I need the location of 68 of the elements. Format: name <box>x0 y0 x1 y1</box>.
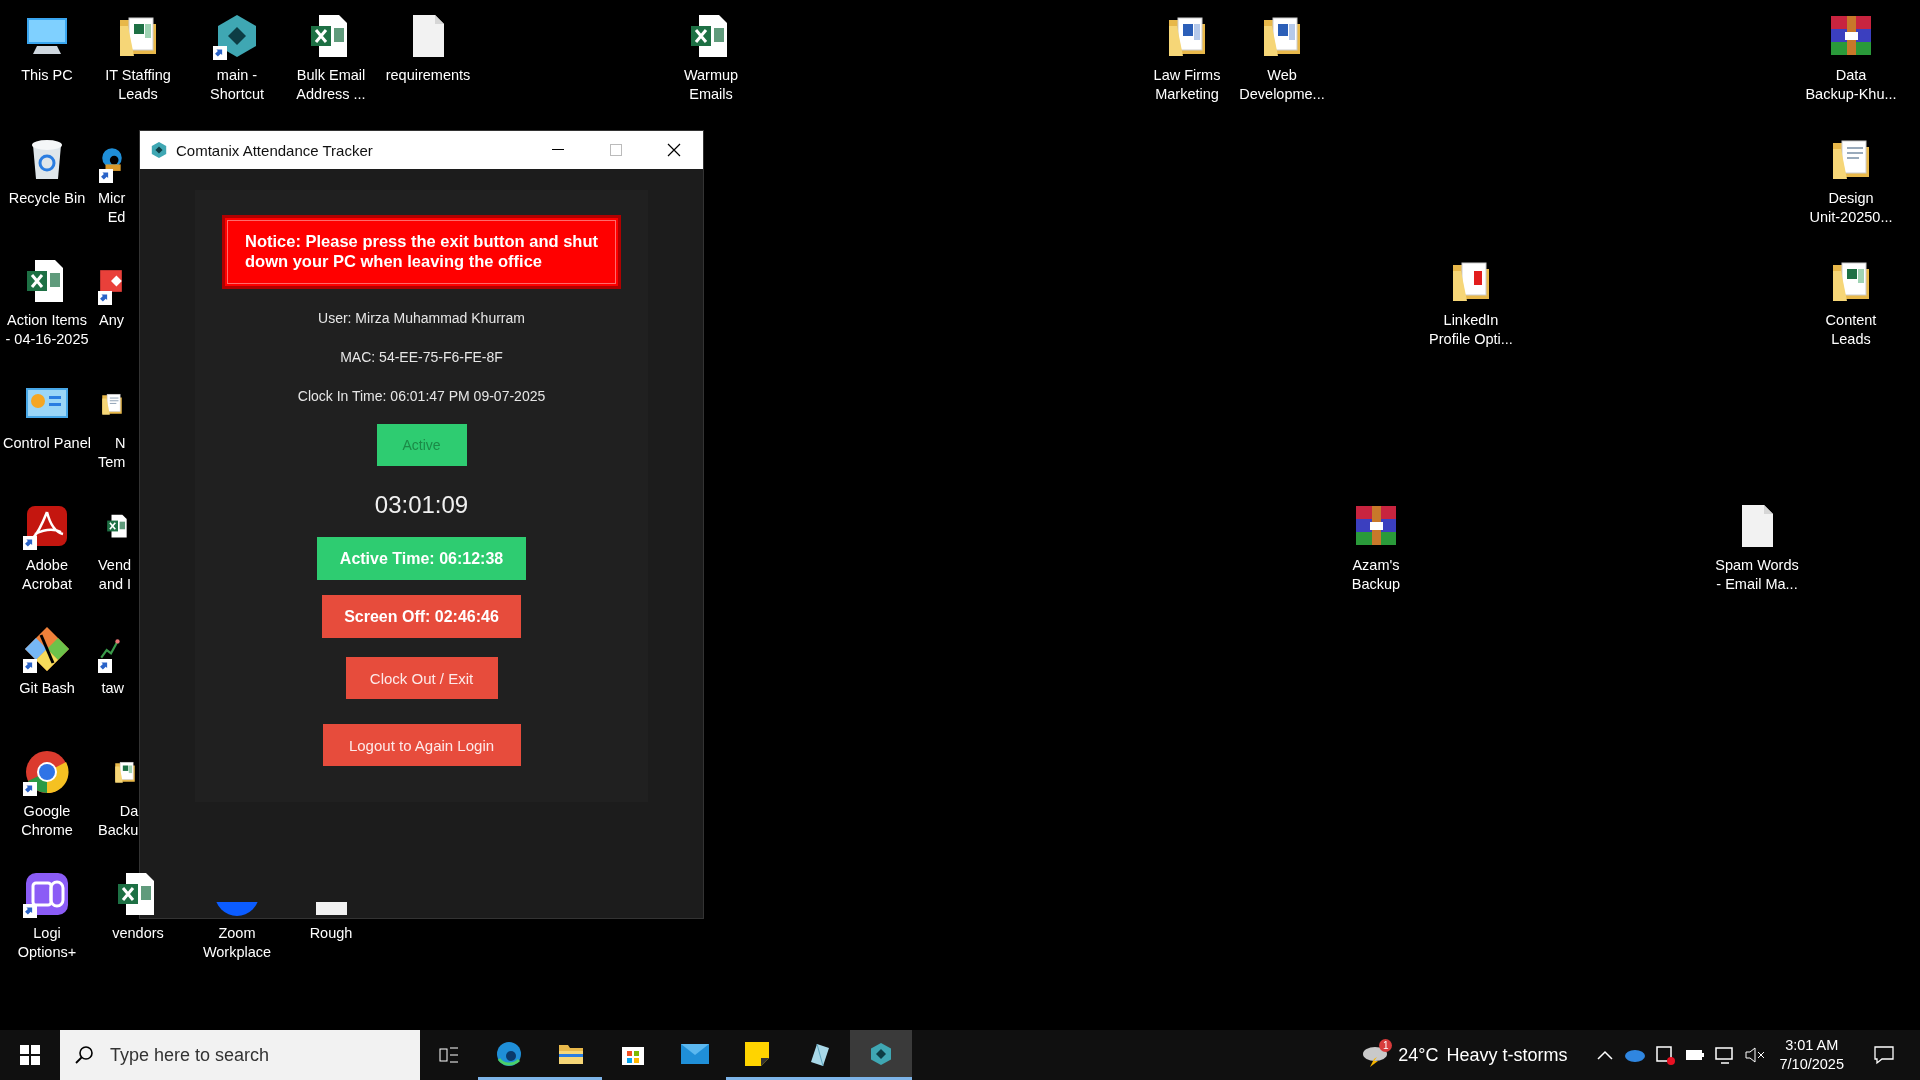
icon-label: LinkedIn Profile Opti... <box>1429 311 1513 349</box>
diamond-icon[interactable] <box>23 625 71 673</box>
close-icon <box>667 143 681 157</box>
windows-logo-icon <box>20 1045 40 1065</box>
notice-banner: Notice: Please press the exit button and shut down your PC when leaving the office <box>222 215 621 289</box>
icon-label: Content Leads <box>1825 311 1877 349</box>
screen-off-label: Screen Off: 02:46:46 <box>322 595 521 638</box>
icon-label: taw <box>101 679 124 698</box>
icon-label: Web Developme... <box>1239 66 1325 104</box>
icon-label: Logi Options+ <box>17 924 77 962</box>
hexagon-icon <box>869 1041 893 1066</box>
folder-icon <box>558 1042 584 1065</box>
info-text: User: Mirza Muhammad Khurram <box>318 310 525 328</box>
temperature-text: 24°C <box>1398 1044 1439 1066</box>
shield-icon[interactable] <box>1655 1045 1676 1065</box>
task-view-icon <box>439 1046 459 1064</box>
icon-label: Action Items - 04-16-2025 <box>5 311 89 349</box>
window-title: Comtanix Attendance Tracker <box>176 141 374 159</box>
search-icon <box>74 1045 94 1065</box>
icon-label: Design Unit-20250... <box>1809 189 1893 227</box>
icon-label: Any <box>99 311 124 330</box>
search-field[interactable]: Type here to search <box>60 1030 420 1080</box>
clock-date[interactable]: 7/10/2025 <box>1779 1055 1844 1074</box>
icon-label: Micr Ed <box>98 189 126 227</box>
minimize-icon <box>552 149 564 151</box>
icon-label: Google Chrome <box>21 802 73 840</box>
timer-text: 03:01:09 <box>374 491 469 519</box>
icon-label: Law Firms Marketing <box>1153 66 1221 104</box>
icon-label: Data Backup-Khu... <box>1805 66 1897 104</box>
battery-icon[interactable] <box>1685 1049 1706 1061</box>
icon-label: Azam's Backup <box>1351 556 1401 594</box>
active-time-label: Active Time: 06:12:38 <box>317 537 526 580</box>
maximize-icon <box>610 144 622 156</box>
icon-label: IT Staffing Leads <box>105 66 171 104</box>
icon-label: Vend and I <box>98 556 132 594</box>
icon-label: Git Bash <box>19 679 75 698</box>
icon-label: Adobe Acrobat <box>22 556 72 594</box>
icon-label: N Tem <box>98 434 126 472</box>
mail-icon <box>681 1043 709 1064</box>
weather-widget[interactable]: 1 24°C Heavy t-storms <box>1356 1030 1572 1080</box>
icon-label: Da Backu <box>98 802 139 840</box>
app-logo-icon <box>150 141 168 159</box>
mouse-icon[interactable] <box>23 870 71 918</box>
note-icon <box>745 1041 769 1066</box>
muted-speaker-icon[interactable] <box>1745 1047 1766 1063</box>
icon-label: Warmup Emails <box>683 66 739 104</box>
cloud-icon[interactable] <box>1623 1048 1646 1062</box>
notification-badge: 1 <box>1379 1039 1393 1052</box>
icon-label: Recycle Bin <box>8 189 86 208</box>
info-text: MAC: 54-EE-75-F6-FE-8F <box>340 349 503 367</box>
search-input[interactable]: Type here to search <box>108 1034 392 1076</box>
icon-label: Spam Words - Email Ma... <box>1715 556 1799 594</box>
icon-label: Control Panel <box>3 434 91 453</box>
browser-icon[interactable] <box>23 748 71 796</box>
icon-label: Zoom Workplace <box>202 924 272 962</box>
icon-label: main - Shortcut <box>210 66 264 104</box>
icon-label: requirements <box>385 66 471 85</box>
browser-icon <box>496 1040 522 1067</box>
icon-label: vendors <box>112 924 164 943</box>
icon-label: This PC <box>21 66 73 85</box>
notification-icon[interactable] <box>1874 1045 1894 1065</box>
chevron-up-icon[interactable] <box>1597 1050 1614 1060</box>
weather-condition-text: Heavy t-storms <box>1446 1044 1568 1066</box>
icon-label: Rough <box>309 924 353 943</box>
icon-label: Bulk Email Address ... <box>296 66 366 104</box>
network-icon[interactable] <box>1715 1046 1736 1064</box>
clock-time[interactable]: 3:01 AM <box>1785 1036 1839 1055</box>
info-text: Clock In Time: 06:01:47 PM 09-07-2025 <box>297 388 546 406</box>
